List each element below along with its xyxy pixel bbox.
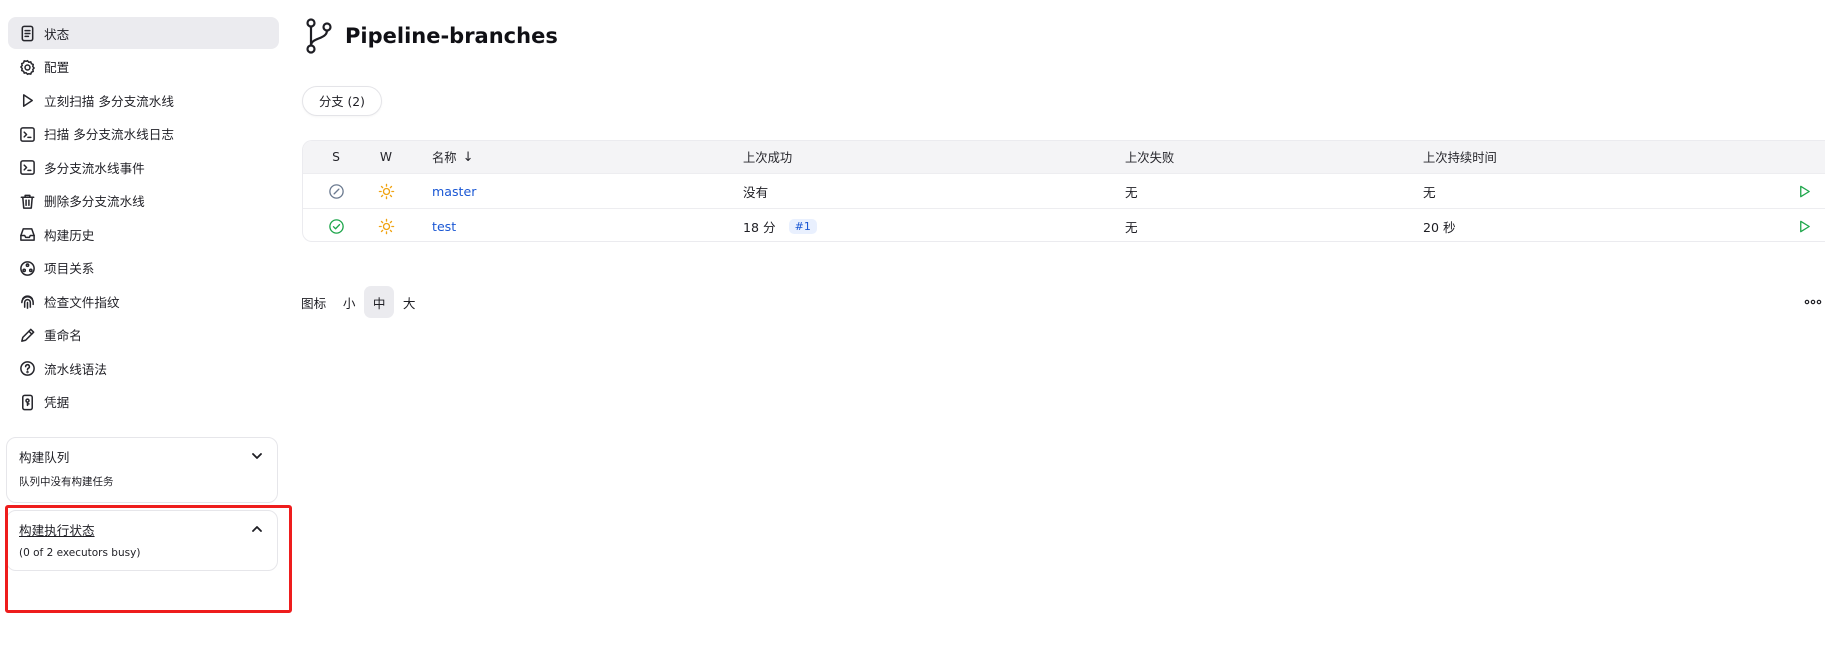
terminal-icon [19, 126, 36, 143]
help-icon [19, 360, 36, 377]
sidebar-item-label: 检查文件指纹 [44, 294, 120, 310]
sidebar-item-label: 流水线语法 [44, 361, 107, 377]
last-duration-value: 20 秒 [1423, 219, 1456, 235]
icon-size-medium[interactable]: 中 [364, 286, 395, 318]
sidebar-item-label: 状态 [44, 26, 70, 42]
last-success-value: 18 分 [743, 219, 776, 235]
sidebar-item-build-history[interactable]: 构建历史 [8, 218, 279, 250]
chevron-down-icon[interactable] [250, 449, 264, 463]
document-icon [19, 25, 36, 42]
table-row: master 没有 无 无 [303, 173, 1825, 208]
last-success-cell: 18 分 #1 [743, 209, 817, 241]
branch-link-master[interactable]: master [432, 174, 476, 208]
branch-link-test[interactable]: test [432, 209, 456, 241]
sidebar-nav: 状态 配置 立刻扫描 多分支流水线 扫描 多分支流水线日志 多分支流水线事件 删… [0, 0, 285, 418]
credentials-icon [19, 394, 36, 411]
run-build-icon[interactable] [1793, 209, 1815, 241]
sidebar: 状态 配置 立刻扫描 多分支流水线 扫描 多分支流水线日志 多分支流水线事件 删… [0, 0, 292, 659]
last-failure-value: 无 [1125, 184, 1138, 200]
table-header: S W 名称 ↓ 上次成功 上次失败 上次持续时间 [303, 141, 1825, 173]
fingerprint-icon [19, 293, 36, 310]
gear-icon [19, 59, 36, 76]
sidebar-item-label: 项目关系 [44, 261, 95, 276]
last-success-value: 没有 [743, 184, 769, 200]
sort-arrow-icon: ↓ [462, 149, 474, 165]
weather-sunny-icon [371, 209, 401, 241]
column-header-s[interactable]: S [321, 141, 351, 173]
sidebar-item-status[interactable]: 状态 [8, 17, 279, 49]
highlight-box [5, 505, 292, 613]
icon-size-small[interactable]: 小 [334, 286, 364, 318]
sidebar-item-credentials[interactable]: 凭据 [8, 386, 279, 418]
sidebar-item-label: 删除多分支流水线 [44, 194, 145, 209]
icon-size-selector: 图标 小 中 大 [301, 286, 424, 318]
table-row: test 18 分 #1 无 20 秒 [303, 208, 1825, 241]
sidebar-item-configure[interactable]: 配置 [8, 51, 279, 83]
inbox-icon [19, 226, 36, 243]
trash-icon [19, 193, 36, 210]
sidebar-item-label: 扫描 多分支流水线日志 [44, 127, 174, 142]
run-build-icon[interactable] [1793, 174, 1815, 208]
sidebar-item-delete[interactable]: 删除多分支流水线 [8, 185, 279, 217]
build-queue-title: 构建队列 [19, 449, 70, 465]
column-header-name[interactable]: 名称 ↓ [432, 141, 474, 173]
sidebar-item-label: 凭据 [44, 395, 70, 410]
column-header-last-failure[interactable]: 上次失败 [1125, 141, 1174, 173]
tab-branches[interactable]: 分支 (2) [302, 86, 382, 116]
page-title: Pipeline-branches [345, 24, 558, 48]
page-header: Pipeline-branches [303, 17, 558, 55]
sidebar-item-label: 构建历史 [44, 227, 95, 243]
weather-sunny-icon [371, 174, 401, 208]
column-header-w[interactable]: W [371, 141, 401, 173]
sidebar-item-relationship[interactable]: 项目关系 [8, 252, 279, 284]
build-queue-panel: 构建队列 队列中没有构建任务 [6, 437, 278, 503]
terminal-icon [19, 159, 36, 176]
sidebar-item-label: 立刻扫描 多分支流水线 [44, 93, 174, 109]
relationship-icon [19, 260, 36, 277]
pencil-icon [19, 327, 36, 344]
sidebar-item-label: 重命名 [44, 328, 82, 343]
branch-icon [303, 17, 335, 55]
branches-table: S W 名称 ↓ 上次成功 上次失败 上次持续时间 master 没有 无 无 … [302, 140, 1825, 242]
column-header-last-success[interactable]: 上次成功 [743, 141, 792, 173]
sidebar-item-scan-now[interactable]: 立刻扫描 多分支流水线 [8, 84, 279, 116]
last-duration-value: 无 [1423, 184, 1436, 200]
more-options-icon[interactable] [1803, 293, 1823, 311]
status-not-built-icon [321, 174, 351, 208]
sidebar-item-scan-log[interactable]: 扫描 多分支流水线日志 [8, 118, 279, 150]
last-failure-value: 无 [1125, 219, 1138, 235]
sidebar-item-label: 配置 [44, 60, 70, 75]
status-success-icon [321, 209, 351, 241]
build-queue-empty-text: 队列中没有构建任务 [19, 476, 114, 488]
sidebar-item-rename[interactable]: 重命名 [8, 319, 279, 351]
column-header-name-label: 名称 [432, 151, 457, 165]
play-icon [19, 92, 36, 109]
column-header-last-duration[interactable]: 上次持续时间 [1423, 141, 1497, 173]
icon-size-label: 图标 [301, 295, 327, 311]
sidebar-item-label: 多分支流水线事件 [44, 160, 145, 176]
build-number-link[interactable]: #1 [788, 218, 817, 234]
sidebar-item-events[interactable]: 多分支流水线事件 [8, 151, 279, 183]
icon-size-large[interactable]: 大 [394, 286, 424, 318]
sidebar-item-pipeline-syntax[interactable]: 流水线语法 [8, 352, 279, 384]
sidebar-item-fingerprint[interactable]: 检查文件指纹 [8, 285, 279, 317]
build-queue-header: 构建队列 [7, 438, 277, 474]
